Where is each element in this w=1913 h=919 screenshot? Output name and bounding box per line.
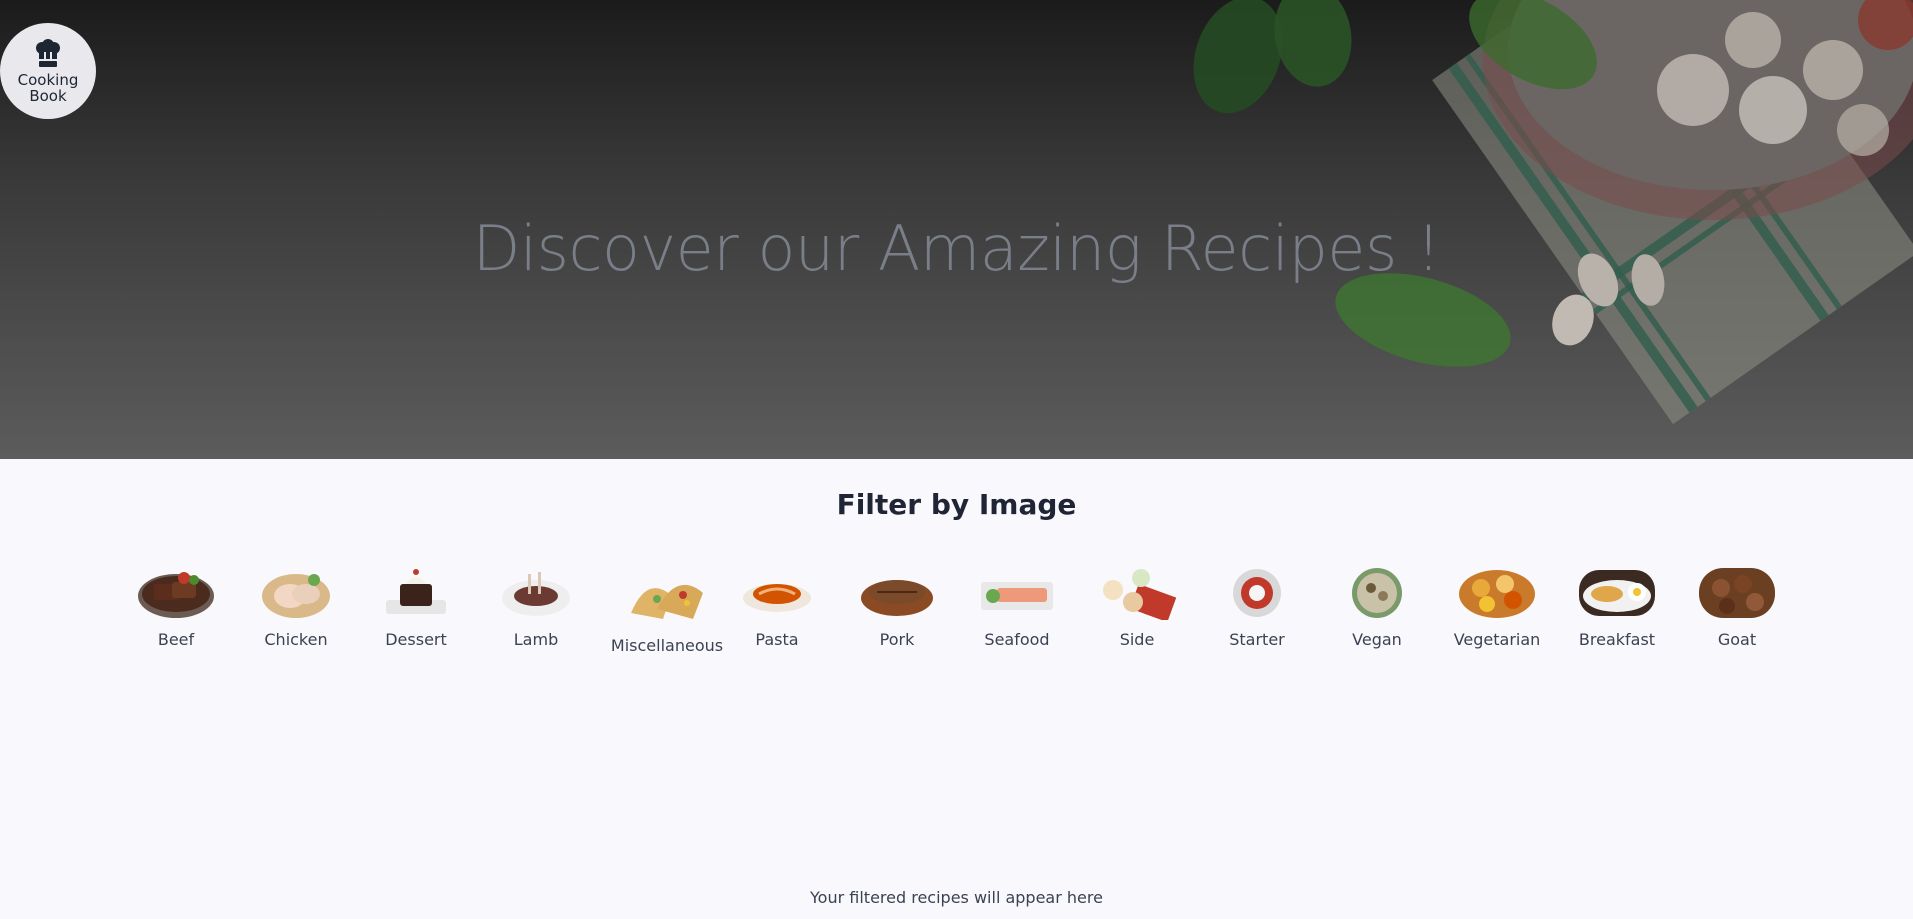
brand-line2: Book [29,86,67,105]
cooking-book-logo[interactable]: Cooking Book [0,23,96,119]
category-miscellaneous[interactable]: Miscellaneous [607,566,727,655]
side-image [1103,569,1177,620]
category-pork[interactable]: Pork [837,566,957,649]
seafood-image [981,582,1053,610]
category-label: Vegan [1352,630,1402,649]
category-dessert[interactable]: Dessert [356,566,476,649]
category-label: Pork [879,630,915,649]
vegan-image [1352,568,1402,618]
chef-hat-icon [36,38,60,67]
category-breakfast[interactable]: Breakfast [1557,566,1677,649]
category-chicken[interactable]: Chicken [236,566,356,649]
category-vegan[interactable]: Vegan [1317,566,1437,649]
category-label: Lamb [513,630,559,649]
dessert-image [386,569,446,614]
category-starter[interactable]: Starter [1197,566,1317,649]
beef-image [138,572,214,618]
breakfast-image [1579,570,1655,616]
hero-title: Discover our Amazing Recipes ! [472,212,1441,285]
category-label: Goat [1717,630,1757,649]
category-label: Chicken [264,630,328,649]
category-label: Starter [1229,630,1285,649]
category-goat[interactable]: Goat [1677,566,1797,649]
category-label: Breakfast [1578,630,1656,649]
category-label: Beef [157,630,195,649]
lamb-image [502,572,570,616]
category-label: Seafood [984,630,1050,649]
category-pasta[interactable]: Pasta [717,566,837,649]
category-label: Pasta [755,630,799,649]
pork-image [861,580,933,616]
vegetarian-image [1459,570,1535,618]
category-label: Vegetarian [1453,630,1541,649]
category-label: Miscellaneous [610,636,724,655]
miscellaneous-image [631,584,703,619]
brand-line1: Cooking [17,70,79,89]
pasta-image [743,584,811,612]
category-lamb[interactable]: Lamb [476,566,596,649]
category-vegetarian[interactable]: Vegetarian [1437,566,1557,649]
results-placeholder: Your filtered recipes will appear here [810,888,1103,907]
category-side[interactable]: Side [1077,566,1197,649]
category-label: Side [1119,630,1155,649]
goat-image [1699,568,1775,618]
starter-image [1233,569,1281,617]
category-beef[interactable]: Beef [116,566,236,649]
category-label: Dessert [385,630,447,649]
filter-title: Filter by Image [836,488,1077,521]
chicken-image [262,574,330,618]
category-seafood[interactable]: Seafood [957,566,1077,649]
